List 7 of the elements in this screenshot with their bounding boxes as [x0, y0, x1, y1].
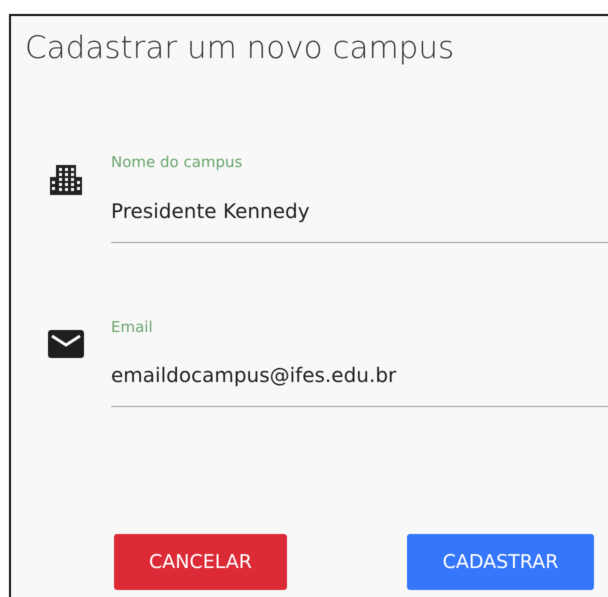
field-label: Email: [111, 316, 153, 338]
input-field[interactable]: Presidente Kennedy: [111, 196, 608, 226]
form-title: Cadastrar um novo campus: [25, 29, 456, 68]
field-label: Nome do campus: [111, 152, 242, 174]
input-field[interactable]: emaildocampus@ifes.edu.br: [111, 360, 608, 390]
cancel-button[interactable]: CANCELAR: [114, 534, 287, 590]
submit-button[interactable]: CADASTRAR: [407, 534, 594, 590]
